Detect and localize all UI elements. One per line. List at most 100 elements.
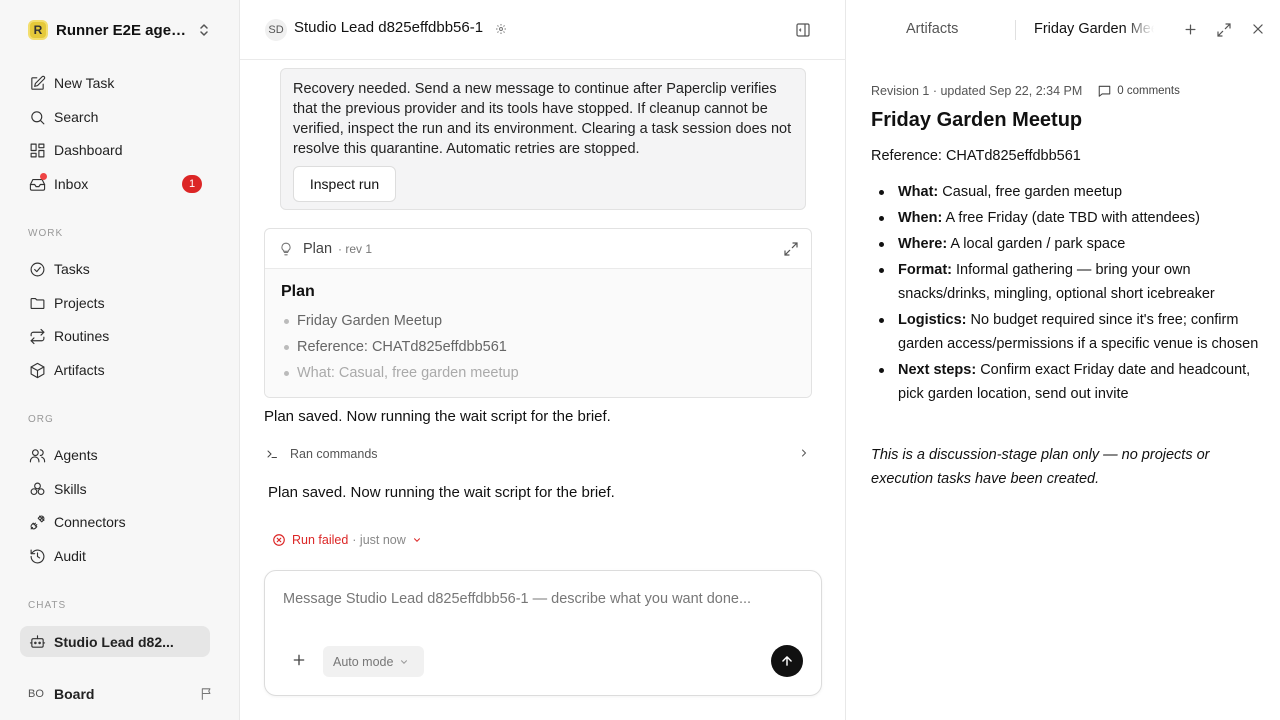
mode-select[interactable]: Auto mode	[323, 646, 424, 677]
chevron-down-icon	[401, 659, 408, 664]
workspace-logo: R	[28, 20, 48, 40]
box-icon	[28, 361, 46, 379]
tab-artifacts[interactable]: Artifacts	[906, 21, 958, 37]
close-icon[interactable]	[1251, 22, 1265, 36]
sidebar-item-routines[interactable]: Routines	[20, 320, 210, 352]
list-item: Where: A local garden / park space	[871, 232, 1261, 256]
skills-icon	[28, 480, 46, 498]
run-status-label: Run failed	[292, 533, 349, 547]
expand-icon[interactable]	[783, 241, 799, 257]
sidebar-item-new-task[interactable]: New Task	[20, 67, 210, 99]
tab-divider	[1015, 20, 1016, 40]
plan-card: Plan · rev 1 Plan Friday Garden Meetup R…	[264, 228, 812, 398]
plug-icon	[28, 513, 46, 531]
sidebar-item-skills[interactable]: Skills	[20, 473, 210, 505]
sidebar-item-inbox[interactable]: Inbox 1	[20, 168, 210, 200]
inspect-run-button[interactable]: Inspect run	[293, 166, 396, 202]
lightbulb-icon	[281, 242, 291, 255]
detail-value: Casual, free garden meetup	[938, 184, 1123, 200]
inbox-icon	[28, 173, 47, 193]
sidebar-item-connectors[interactable]: Connectors	[20, 506, 210, 538]
list-item: Next steps: Confirm exact Friday date an…	[871, 358, 1261, 406]
detail-key: Logistics:	[898, 312, 967, 328]
run-status-time: · just now	[352, 533, 406, 547]
ran-commands-label: Ran commands	[290, 447, 378, 461]
sidebar-item-chat-studio-lead[interactable]: Studio Lead d82...	[20, 626, 210, 657]
run-status[interactable]: Run failed · just now	[272, 530, 422, 550]
error-circle-icon	[273, 534, 285, 546]
artifact-title: Friday Garden Meetup	[871, 109, 1083, 131]
sidebar-item-label: Tasks	[54, 261, 90, 277]
section-label-work: WORK	[28, 228, 64, 239]
list-item: Reference: CHATd825effdbb561	[281, 337, 795, 363]
plus-icon[interactable]	[1183, 22, 1198, 37]
comment-icon	[1098, 85, 1111, 97]
check-circle-icon	[28, 260, 46, 278]
detail-value: A free Friday (date TBD with attendees)	[942, 210, 1200, 226]
list-item: Format: Informal gathering — bring your …	[871, 258, 1261, 306]
inbox-count-badge: 1	[182, 175, 202, 193]
gear-icon[interactable]	[495, 23, 507, 35]
assistant-message: Plan saved. Now running the wait script …	[268, 484, 615, 501]
sidebar-item-artifacts[interactable]: Artifacts	[20, 354, 210, 386]
detail-key: Next steps:	[898, 362, 977, 378]
sidebar-item-search[interactable]: Search	[20, 101, 210, 133]
workspace-name: Runner E2E agen...	[56, 21, 192, 39]
sidebar: R Runner E2E agen... New Task Search Das…	[0, 0, 240, 720]
plan-revision: · rev 1	[338, 241, 373, 256]
plan-heading: Plan	[281, 283, 315, 300]
section-label-chats: CHATS	[28, 600, 67, 611]
workspace-switcher[interactable]: R Runner E2E agen...	[28, 20, 218, 40]
revision-label: Revision 1 · updated Sep 22, 2:34 PM	[871, 84, 1083, 98]
detail-key: What:	[898, 184, 939, 200]
bot-icon	[28, 633, 46, 651]
dashboard-icon	[28, 141, 46, 159]
plan-preview: Plan Friday Garden Meetup Reference: CHA…	[265, 269, 811, 397]
artifact-tabs: Artifacts Friday Garden Meetup	[847, 0, 1280, 60]
list-item: What: Casual, free garden meetup	[871, 180, 1261, 204]
tab-friday-garden-meetup[interactable]: Friday Garden Meetup	[1034, 21, 1154, 37]
artifact-details: What: Casual, free garden meetup When: A…	[871, 180, 1261, 408]
artifact-panel: Artifacts Friday Garden Meetup Revision …	[847, 0, 1280, 720]
unread-dot	[40, 173, 47, 180]
board-user[interactable]: BO Board	[28, 683, 214, 705]
edit-icon	[28, 74, 46, 92]
send-button[interactable]	[771, 645, 803, 677]
ran-commands-row[interactable]: Ran commands	[266, 444, 812, 464]
sidebar-item-tasks[interactable]: Tasks	[20, 253, 210, 285]
avatar: BO	[28, 688, 44, 700]
flag-icon[interactable]	[200, 686, 214, 701]
plan-label: Plan	[303, 240, 333, 257]
sidebar-item-projects[interactable]: Projects	[20, 287, 210, 319]
section-label-org: ORG	[28, 414, 54, 425]
expand-icon[interactable]	[1216, 22, 1232, 38]
panel-toggle-icon[interactable]	[795, 22, 811, 38]
artifact-reference: Reference: CHATd825effdbb561	[871, 148, 1081, 164]
chat-header: SD Studio Lead d825effdbb56-1	[240, 0, 846, 60]
revision-meta: Revision 1 · updated Sep 22, 2:34 PM 0 c…	[871, 84, 1180, 98]
board-label: Board	[54, 686, 95, 702]
chevron-down-icon	[413, 538, 420, 542]
arrow-up-icon	[782, 656, 792, 666]
search-icon	[28, 108, 46, 126]
sidebar-item-dashboard[interactable]: Dashboard	[20, 134, 210, 166]
message-input[interactable]	[283, 591, 783, 607]
artifact-note: This is a discussion-stage plan only — n…	[871, 447, 1210, 487]
assistant-message: Plan saved. Now running the wait script …	[264, 408, 611, 425]
recovery-notice: Recovery needed. Send a new message to c…	[280, 68, 806, 210]
sidebar-item-audit[interactable]: Audit	[20, 540, 210, 572]
sidebar-item-label: Routines	[54, 328, 110, 344]
detail-key: Format:	[898, 262, 952, 278]
comments-button[interactable]: 0 comments	[1097, 84, 1180, 98]
sidebar-item-agents[interactable]: Agents	[20, 439, 210, 471]
comments-count: 0 comments	[1117, 85, 1180, 97]
sidebar-item-label: Skills	[54, 481, 87, 497]
sidebar-item-label: Artifacts	[54, 362, 105, 378]
plus-icon[interactable]	[291, 652, 307, 668]
mode-select-label: Auto mode	[333, 654, 394, 669]
detail-key: Where:	[898, 236, 948, 252]
sidebar-item-label: Search	[54, 109, 99, 125]
sidebar-item-label: Audit	[54, 548, 86, 564]
recovery-text: Recovery needed. Send a new message to c…	[293, 81, 792, 157]
chevron-right-icon	[802, 449, 807, 457]
